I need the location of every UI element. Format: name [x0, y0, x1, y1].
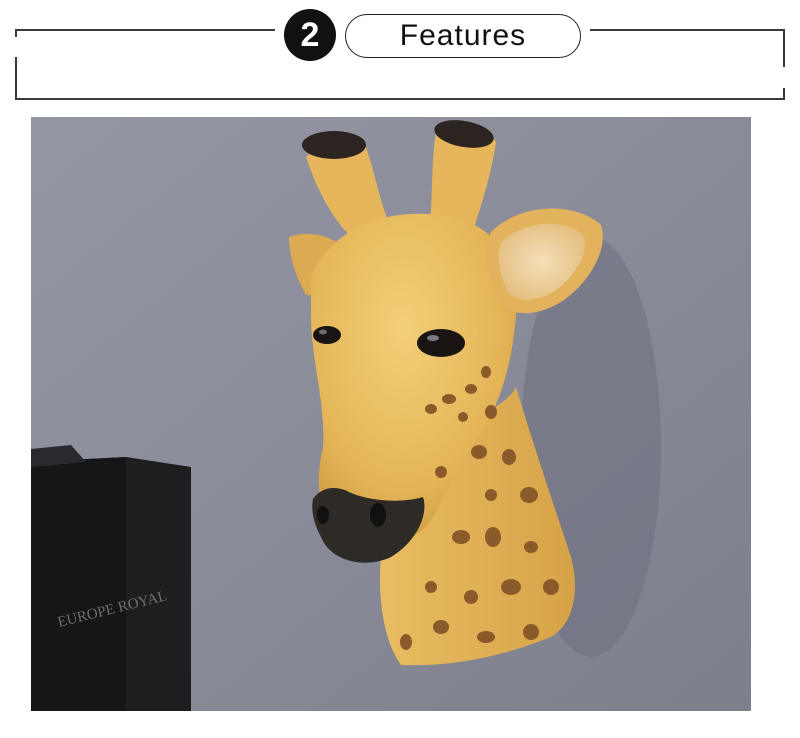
header-frame-bottom	[15, 98, 785, 100]
header-frame-left-top	[15, 29, 275, 31]
section-title: Features	[345, 14, 581, 58]
header-frame-right-side	[783, 29, 785, 67]
step-number-badge: 2	[284, 9, 336, 61]
book: EUROPE ROYAL	[31, 445, 191, 711]
header-frame-left-side-lower	[15, 57, 17, 99]
header-frame-left-side	[15, 29, 17, 37]
product-photo: EUROPE ROYAL	[31, 117, 751, 711]
header-frame-right-top	[590, 29, 785, 31]
section-header: 2 Features	[0, 0, 800, 110]
